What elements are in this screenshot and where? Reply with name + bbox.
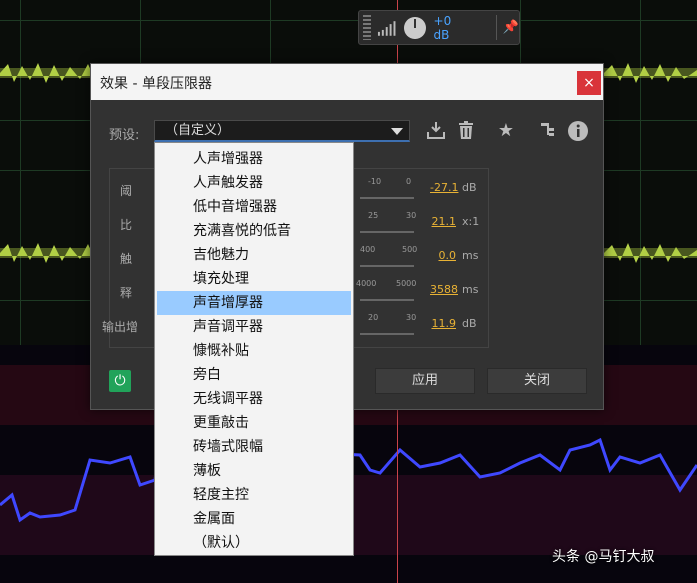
param-slider[interactable] [360,231,414,233]
preset-menu-item[interactable]: 低中音增强器 [157,195,351,219]
close-icon[interactable]: × [577,71,601,95]
preset-menu-item[interactable]: 慷慨补贴 [157,339,351,363]
preset-dropdown[interactable]: （自定义） [154,120,410,142]
tick-label: -10 [368,177,382,186]
preset-menu-item[interactable]: 旁白 [157,363,351,387]
param-label: 输出增 [102,320,139,334]
param-value[interactable]: -27.1 [430,181,458,194]
preset-menu-item[interactable]: 填充处理 [157,267,351,291]
tick-label: 20 [368,313,379,322]
param-value[interactable]: 21.1 [430,215,457,228]
pin-icon[interactable]: 📌 [503,20,519,35]
watermark: 头条 @马钉大叔 [552,549,655,565]
power-icon[interactable]: ⏻ [109,370,131,392]
preset-menu-item[interactable]: 金属面 [157,507,351,531]
grid-line [20,0,21,345]
tick-label: 0 [406,177,412,186]
param-value[interactable]: 11.9 [430,317,457,330]
drag-handle-icon[interactable] [363,15,371,40]
preset-menu-item[interactable]: 吉他魅力 [157,243,351,267]
info-icon[interactable] [567,120,589,142]
preset-menu-item[interactable]: 更重敲击 [157,411,351,435]
tick-label: 500 [402,245,418,254]
tick-label: 400 [360,245,376,254]
preset-value: （自定义） [165,123,231,138]
param-unit: dB [462,181,477,194]
param-label: 阈 [120,184,133,198]
preset-menu-item[interactable]: 砖墙式限幅 [157,435,351,459]
param-label: 比 [120,218,133,232]
param-unit: x:1 [462,215,480,228]
grid-line [640,0,641,345]
param-slider[interactable] [360,299,414,301]
preset-menu-item[interactable]: 轻度主控 [157,483,351,507]
volume-knob[interactable] [404,16,426,39]
preset-menu: 人声增强器 人声触发器 低中音增强器 充满喜悦的低音 吉他魅力 填充处理 声音增厚器 声音调平… [154,142,354,556]
divider [495,15,497,40]
preset-menu-item[interactable]: （默认） [157,531,351,555]
param-unit: ms [462,283,479,296]
tick-label: 4000 [356,279,377,288]
dialog-titlebar[interactable]: 效果 - 单段压限器 × [91,64,603,100]
param-slider[interactable] [360,265,414,267]
preset-menu-item[interactable]: 薄板 [157,459,351,483]
dialog-title: 效果 - 单段压限器 [100,76,212,92]
preset-label: 预设: [109,128,140,143]
volume-value[interactable]: +0 dB [434,14,470,42]
tick-label: 5000 [396,279,417,288]
apply-button[interactable]: 应用 [375,368,475,394]
tick-label: 30 [406,211,417,220]
level-bars-icon [377,20,396,36]
param-label: 释 [120,286,133,300]
param-value[interactable]: 0.0 [430,249,457,262]
tick-label: 30 [406,313,417,322]
param-slider[interactable] [360,333,414,335]
chevron-down-icon [391,128,403,135]
preset-menu-item[interactable]: 充满喜悦的低音 [157,219,351,243]
preset-menu-item[interactable]: 声音调平器 [157,315,351,339]
param-slider[interactable] [360,197,414,199]
star-icon[interactable]: ★ [495,120,517,142]
param-label: 触 [120,252,133,266]
param-value[interactable]: 3588 [430,283,458,296]
tick-label: 25 [368,211,379,220]
close-button[interactable]: 关闭 [487,368,587,394]
preset-menu-item[interactable]: 人声增强器 [157,147,351,171]
trash-icon[interactable] [455,120,477,142]
routing-icon[interactable] [537,120,559,142]
param-unit: dB [462,317,477,330]
preset-menu-item[interactable]: 声音增厚器 [157,291,351,315]
save-preset-icon[interactable] [425,120,447,142]
preset-menu-item[interactable]: 人声触发器 [157,171,351,195]
param-unit: ms [462,249,479,262]
volume-hud[interactable]: +0 dB 📌 [358,10,520,45]
preset-menu-item[interactable]: 无线调平器 [157,387,351,411]
grid-line [0,20,697,21]
